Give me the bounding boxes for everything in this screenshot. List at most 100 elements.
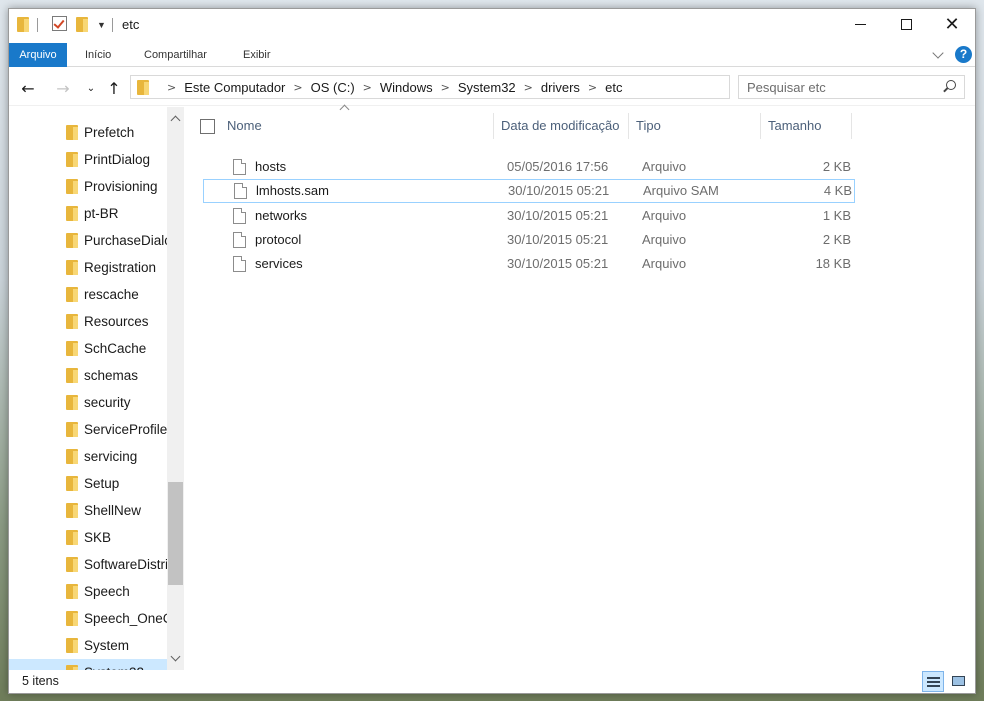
tree-item-label: System32	[84, 665, 144, 670]
expand-ribbon-icon[interactable]	[932, 47, 944, 59]
tree-item-label: Provisioning	[84, 179, 158, 194]
tree-item-system[interactable]: System	[9, 632, 167, 659]
address-bar[interactable]: > Este Computador > OS (C:) > Windows > …	[130, 75, 843, 99]
breadcrumb-etc[interactable]: etc	[605, 80, 622, 95]
folder-icon	[66, 665, 78, 670]
tree-item-pt-br[interactable]: pt-BR	[9, 200, 167, 227]
breadcrumb-windows[interactable]: Windows	[380, 80, 433, 95]
maximize-button[interactable]	[883, 9, 929, 40]
file-name: protocol	[255, 232, 302, 247]
breadcrumb-separator[interactable]: >	[588, 81, 597, 94]
breadcrumb-os-c[interactable]: OS (C:)	[311, 80, 355, 95]
folder-icon	[66, 287, 78, 302]
tree-item-softwaredistribution[interactable]: SoftwareDistribution	[9, 551, 184, 578]
file-name: networks	[255, 208, 308, 223]
forward-button[interactable]: →	[52, 78, 74, 98]
tree-item-speech-onecore[interactable]: Speech_OneCore	[9, 605, 184, 632]
status-bar: 5 itens	[9, 671, 975, 693]
large-icons-view-button[interactable]	[948, 671, 970, 692]
tree-item-label: Prefetch	[84, 125, 135, 140]
tree-item-label: PrintDialog	[84, 152, 151, 167]
tree-item-security[interactable]: security	[9, 389, 167, 416]
file-row-networks[interactable]: networks 30/10/2015 05:21 Arquivo 1 KB	[203, 204, 855, 228]
tree-item-prefetch[interactable]: Prefetch	[9, 119, 167, 146]
tree-item-schcache[interactable]: SchCache	[9, 335, 167, 362]
tree-item-label: security	[84, 395, 131, 410]
tab-arquivo[interactable]: Arquivo	[9, 43, 67, 67]
breadcrumb-drivers[interactable]: drivers	[541, 80, 580, 95]
tree-item-label: rescache	[84, 287, 139, 302]
column-header-size[interactable]: Tamanho	[761, 111, 851, 141]
file-icon	[233, 256, 246, 272]
minimize-button[interactable]	[837, 9, 883, 40]
tree-item-schemas[interactable]: schemas	[9, 362, 167, 389]
column-divider[interactable]	[851, 113, 852, 139]
minimize-icon	[854, 24, 866, 25]
tree-item-shellnew[interactable]: ShellNew	[9, 497, 167, 524]
up-button[interactable]: ↑	[103, 78, 125, 98]
file-row-hosts[interactable]: hosts 05/05/2016 17:56 Arquivo 2 KB	[203, 155, 855, 179]
tree-item-label: Setup	[84, 476, 120, 491]
folder-icon	[66, 530, 78, 545]
scrollbar-thumb[interactable]	[168, 482, 183, 585]
tree-item-speech[interactable]: Speech	[9, 578, 167, 605]
tree-item-label: Resources	[84, 314, 149, 329]
tree-item-serviceprofiles[interactable]: ServiceProfiles	[9, 416, 174, 443]
folder-icon	[66, 449, 78, 464]
toolbar-divider	[112, 18, 113, 32]
scroll-up-icon[interactable]	[170, 115, 181, 126]
tab-exibir[interactable]: Exibir	[234, 43, 280, 67]
tab-compartilhar[interactable]: Compartilhar	[135, 43, 216, 67]
breadcrumb-separator[interactable]: >	[441, 81, 450, 94]
column-header-type[interactable]: Tipo	[629, 111, 759, 141]
file-row-protocol[interactable]: protocol 30/10/2015 05:21 Arquivo 2 KB	[203, 228, 855, 252]
properties-icon[interactable]	[52, 16, 67, 31]
file-type: Arquivo	[642, 232, 687, 247]
recent-locations-button[interactable]: ⌄	[80, 78, 102, 98]
column-header-name[interactable]: Nome	[220, 111, 492, 141]
new-folder-icon[interactable]	[76, 17, 88, 32]
file-icon	[233, 159, 246, 175]
tab-inicio[interactable]: Início	[76, 43, 120, 67]
tree-item-provisioning[interactable]: Provisioning	[9, 173, 167, 200]
breadcrumb-separator[interactable]: >	[293, 81, 302, 94]
file-row-services[interactable]: services 30/10/2015 05:21 Arquivo 18 KB	[203, 252, 855, 276]
folder-icon	[137, 80, 149, 95]
file-date: 30/10/2015 05:21	[507, 208, 609, 223]
tree-item-printdialog[interactable]: PrintDialog	[9, 146, 167, 173]
quick-access-dropdown-icon[interactable]: ▼	[97, 20, 106, 30]
breadcrumb-separator[interactable]: >	[363, 81, 372, 94]
breadcrumb-system32[interactable]: System32	[458, 80, 516, 95]
tree-item-resources[interactable]: Resources	[9, 308, 167, 335]
tree-item-servicing[interactable]: servicing	[9, 443, 167, 470]
close-icon: ✕	[944, 13, 960, 35]
file-type: Arquivo	[642, 159, 687, 174]
search-icon[interactable]	[943, 80, 956, 92]
window-title: etc	[122, 17, 140, 32]
navigation-pane-scrollbar[interactable]	[167, 107, 184, 670]
folder-icon	[66, 638, 78, 653]
file-icon	[233, 208, 246, 224]
close-button[interactable]: ✕	[929, 9, 975, 40]
toolbar-divider	[37, 18, 38, 32]
help-icon[interactable]: ?	[955, 46, 972, 63]
back-button[interactable]: ←	[17, 78, 39, 98]
tree-item-skb[interactable]: SKB	[9, 524, 167, 551]
tree-item-purchasedialog[interactable]: PurchaseDialog	[9, 227, 179, 254]
file-row-lmhosts-sam[interactable]: lmhosts.sam 30/10/2015 05:21 Arquivo SAM…	[203, 179, 855, 203]
tree-item-system32[interactable]: System32	[9, 659, 167, 670]
tree-item-registration[interactable]: Registration	[9, 254, 167, 281]
breadcrumb-este-computador[interactable]: Este Computador	[184, 80, 285, 95]
column-header-date[interactable]: Data de modificação	[494, 111, 628, 141]
breadcrumb-separator[interactable]: >	[167, 81, 176, 94]
search-input[interactable]	[739, 76, 934, 98]
tree-item-rescache[interactable]: rescache	[9, 281, 167, 308]
details-view-button[interactable]	[922, 671, 944, 692]
tree-item-setup[interactable]: Setup	[9, 470, 167, 497]
up-arrow-icon: ↑	[107, 78, 121, 98]
scroll-down-icon[interactable]	[170, 651, 181, 662]
select-all-checkbox[interactable]	[200, 119, 215, 134]
tree-item-label: Registration	[84, 260, 157, 275]
breadcrumb-separator[interactable]: >	[524, 81, 533, 94]
folder-icon	[66, 260, 78, 275]
